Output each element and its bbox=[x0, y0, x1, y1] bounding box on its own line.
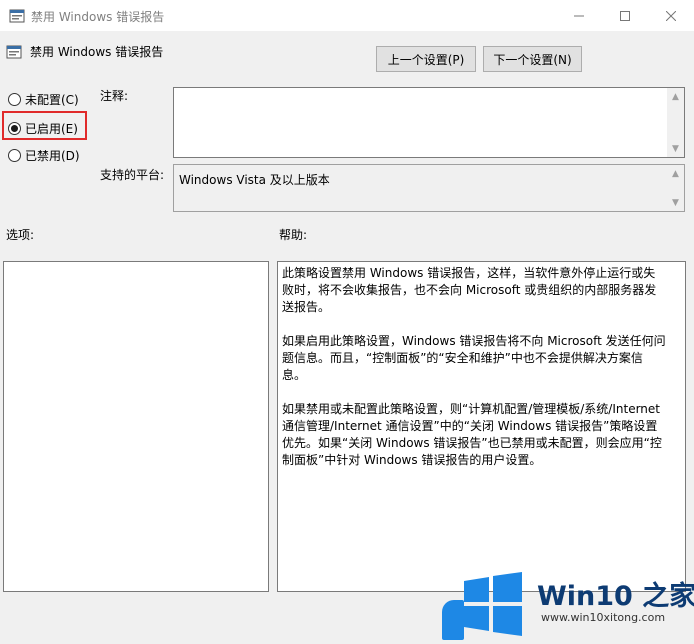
scroll-up-icon[interactable]: ▲ bbox=[667, 165, 684, 182]
watermark-brand: Win10 之家 bbox=[537, 581, 694, 612]
title-bar[interactable]: 禁用 Windows 错误报告 bbox=[0, 0, 694, 31]
scroll-down-icon[interactable]: ▼ bbox=[667, 194, 684, 211]
close-button[interactable] bbox=[648, 0, 694, 31]
radio-label: 未配置(C) bbox=[25, 93, 79, 107]
help-panel: 此策略设置禁用 Windows 错误报告，这样，当软件意外停止运行或失败时，将不… bbox=[277, 261, 686, 592]
radio-button[interactable] bbox=[8, 93, 21, 106]
close-icon bbox=[666, 10, 676, 21]
next-setting-button[interactable]: 下一个设置(N) bbox=[483, 46, 582, 72]
help-text: 此策略设置禁用 Windows 错误报告，这样，当软件意外停止运行或失败时，将不… bbox=[282, 265, 666, 486]
comment-textarea[interactable]: ▲ ▼ bbox=[173, 87, 685, 158]
red-highlight-box bbox=[2, 111, 87, 140]
radio-label: 已禁用(D) bbox=[25, 149, 80, 163]
comment-scrollbar[interactable]: ▲ ▼ bbox=[667, 88, 684, 157]
radio-button[interactable] bbox=[8, 149, 21, 162]
minimize-icon bbox=[574, 15, 584, 16]
help-paragraph: 如果启用此策略设置，Windows 错误报告将不向 Microsoft 发送任何… bbox=[282, 334, 666, 382]
options-panel bbox=[3, 261, 269, 592]
scroll-up-icon[interactable]: ▲ bbox=[667, 88, 684, 105]
comment-label: 注释: bbox=[100, 89, 129, 103]
maximize-icon bbox=[620, 10, 630, 21]
twitter-bird-icon bbox=[442, 600, 464, 640]
options-label: 选项: bbox=[6, 228, 35, 242]
help-label: 帮助: bbox=[279, 228, 308, 242]
maximize-button[interactable] bbox=[602, 0, 648, 31]
radio-not-configured[interactable]: 未配置(C) bbox=[8, 91, 79, 108]
windows-logo-icon bbox=[464, 572, 522, 636]
help-paragraph: 此策略设置禁用 Windows 错误报告，这样，当软件意外停止运行或失败时，将不… bbox=[282, 266, 657, 314]
watermark-url: www.win10xitong.com bbox=[541, 611, 666, 624]
policy-title: 禁用 Windows 错误报告 bbox=[30, 45, 164, 59]
previous-setting-button[interactable]: 上一个设置(P) bbox=[376, 46, 476, 72]
minimize-button[interactable] bbox=[556, 0, 602, 31]
policy-settings-icon bbox=[6, 45, 22, 59]
supported-platform-field: Windows Vista 及以上版本 ▲ ▼ bbox=[173, 164, 685, 212]
supported-platform-value: Windows Vista 及以上版本 bbox=[179, 173, 330, 187]
policy-settings-icon bbox=[9, 9, 25, 23]
window-title: 禁用 Windows 错误报告 bbox=[31, 10, 165, 24]
supported-platform-label: 支持的平台: bbox=[100, 168, 165, 182]
radio-disabled[interactable]: 已禁用(D) bbox=[8, 147, 80, 164]
scroll-down-icon[interactable]: ▼ bbox=[667, 140, 684, 157]
help-paragraph: 如果禁用或未配置此策略设置，则“计算机配置/管理模板/系统/Internet 通… bbox=[282, 402, 662, 467]
platform-scrollbar[interactable]: ▲ ▼ bbox=[667, 165, 684, 211]
